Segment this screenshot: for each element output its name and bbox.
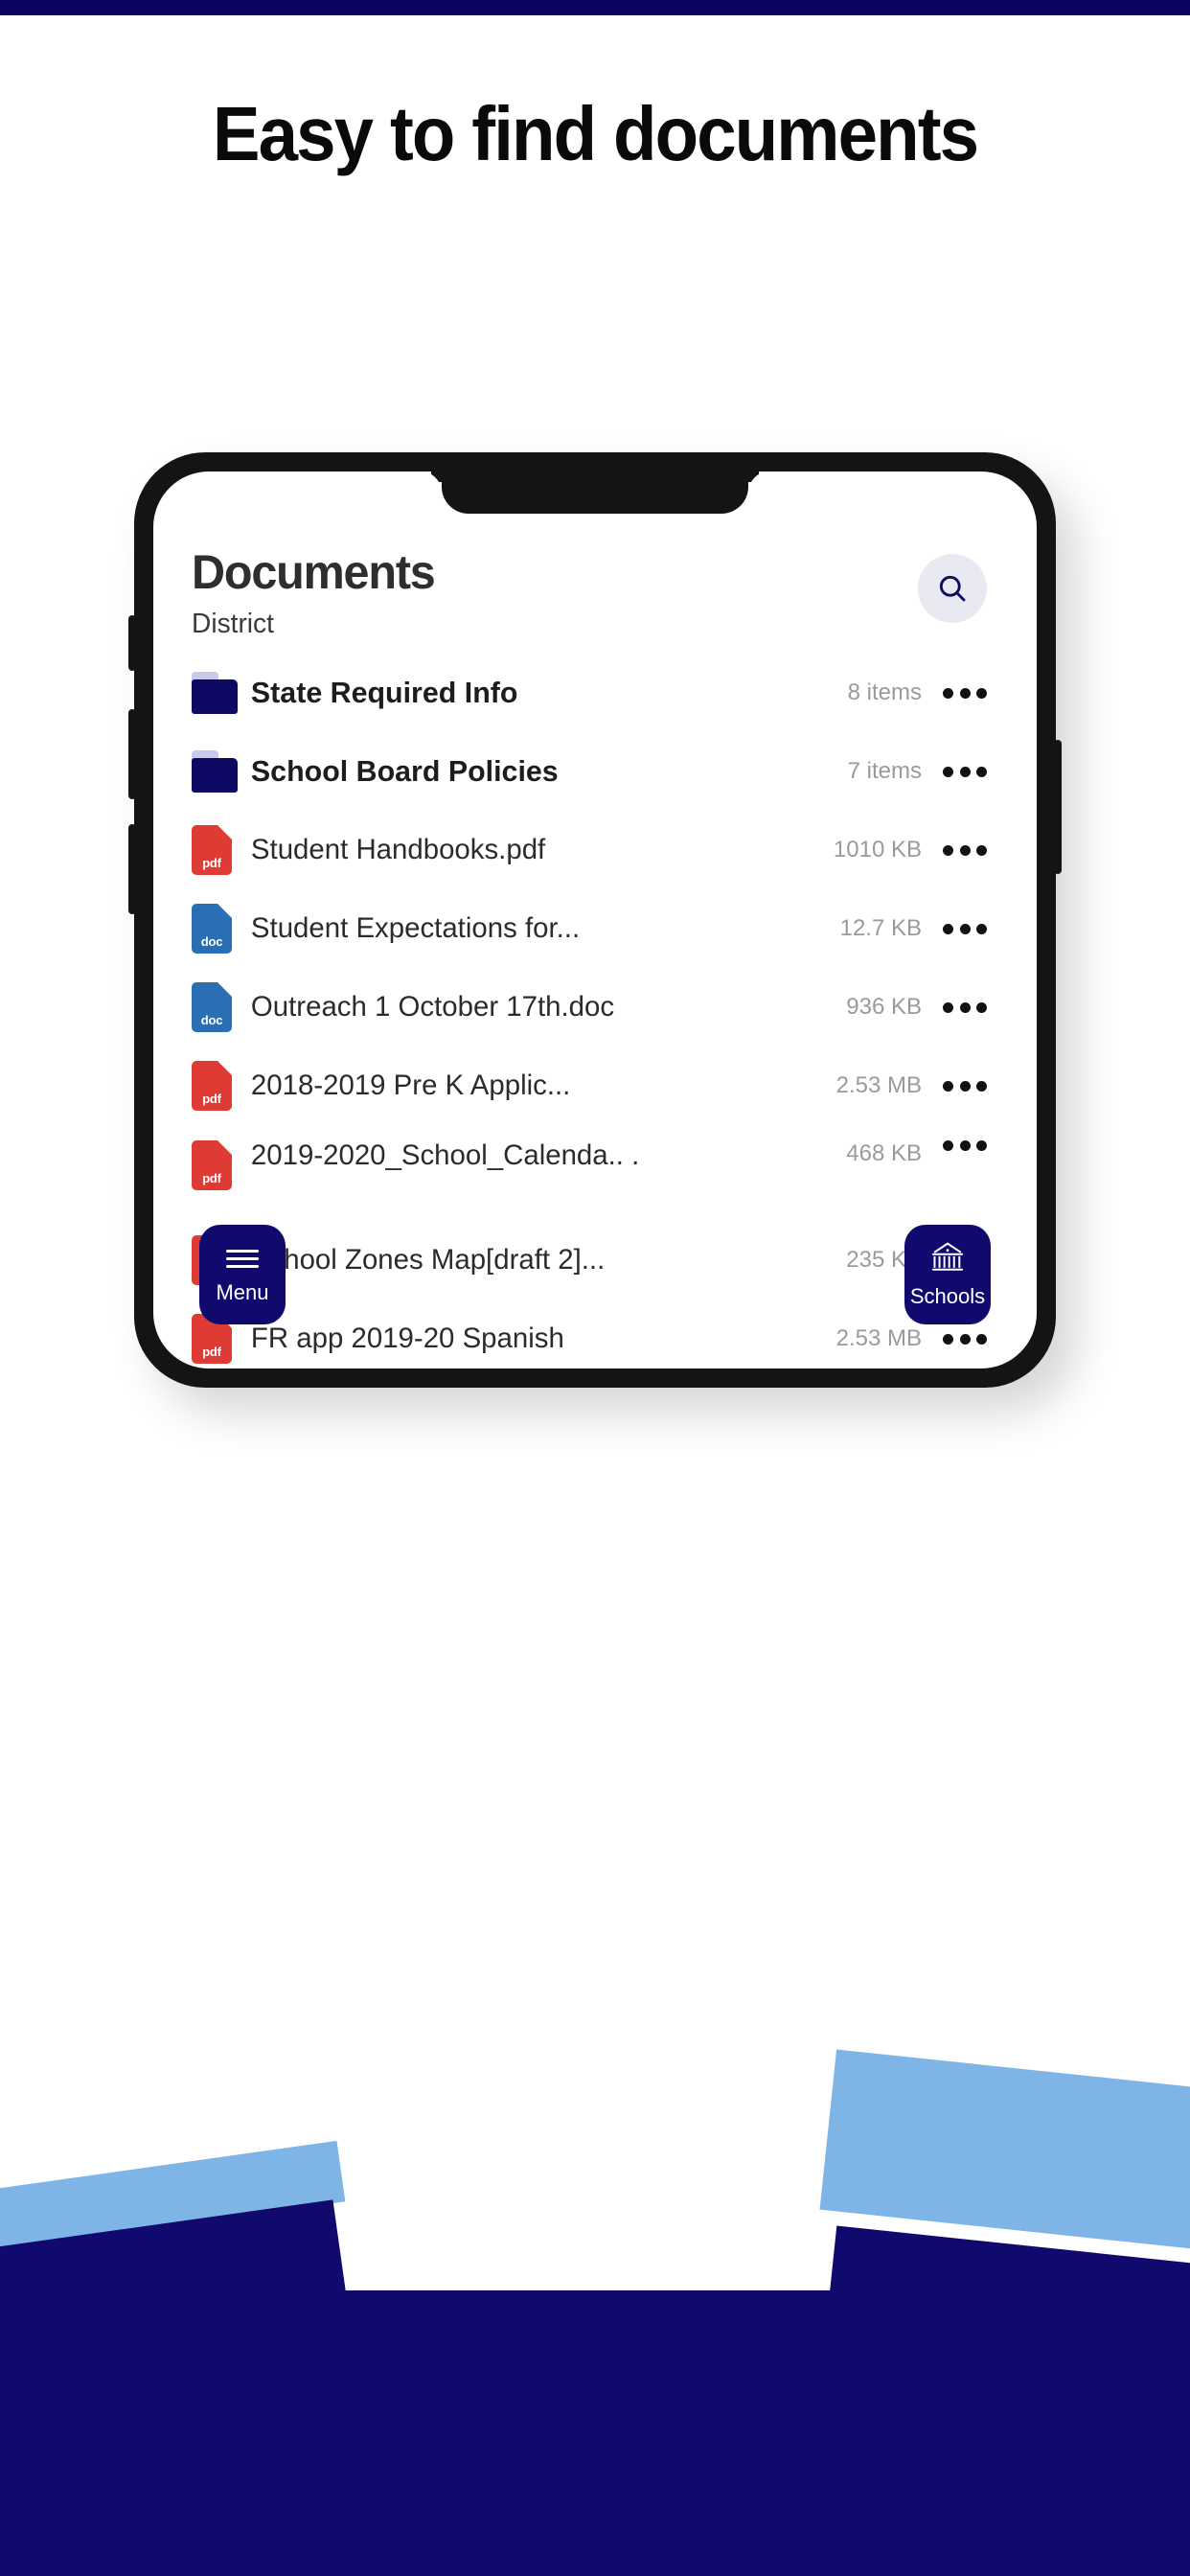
list-item-name: FR app 2019-20 Spanish xyxy=(250,1322,564,1354)
page-headline: Easy to find documents xyxy=(212,91,979,176)
list-item-meta: 936 KB xyxy=(846,994,922,1020)
more-options-icon[interactable] xyxy=(943,766,987,777)
doc-file-icon: doc xyxy=(192,982,247,1032)
phone-screen: Documents District State Required Info 8 … xyxy=(153,472,1037,1368)
list-item-meta: 12.7 KB xyxy=(839,915,922,941)
list-item[interactable]: pdf 2019-2020_School_Calenda.. . 468 KB xyxy=(153,1125,1037,1221)
list-item-meta: 8 items xyxy=(847,679,922,705)
list-item-name: 2019-2020_School_Calenda.. . xyxy=(250,1139,640,1171)
phone-volume-down-button xyxy=(128,824,136,914)
folder-icon xyxy=(192,750,247,793)
list-item-meta: 2.53 MB xyxy=(835,1325,922,1351)
search-icon xyxy=(939,575,966,602)
page-subtitle: District xyxy=(192,609,274,639)
more-options-icon[interactable] xyxy=(943,1333,987,1345)
doc-file-icon: doc xyxy=(192,904,247,954)
phone-mute-switch xyxy=(128,615,136,671)
phone-notch xyxy=(442,472,748,514)
hamburger-menu-icon xyxy=(226,1245,259,1273)
schools-button[interactable]: Schools xyxy=(904,1225,991,1324)
list-item[interactable]: pdf Student Handbooks.pdf 1010 KB xyxy=(153,811,1037,889)
phone-volume-up-button xyxy=(128,709,136,799)
list-item-meta: 2.53 MB xyxy=(835,1072,922,1098)
menu-button[interactable]: Menu xyxy=(199,1225,286,1324)
list-item[interactable]: doc Student Expectations for... 12.7 KB xyxy=(153,889,1037,968)
folder-icon xyxy=(192,672,247,714)
more-options-icon[interactable] xyxy=(943,1080,987,1092)
pdf-file-icon: pdf xyxy=(192,1140,247,1190)
documents-app: Documents District State Required Info 8 … xyxy=(153,472,1037,1368)
more-options-icon[interactable] xyxy=(943,844,987,856)
more-options-icon[interactable] xyxy=(943,923,987,934)
list-item-meta: 7 items xyxy=(847,758,922,784)
more-options-icon[interactable] xyxy=(943,687,987,699)
top-accent-bar xyxy=(0,0,1190,15)
list-item-name: Outreach 1 October 17th.doc xyxy=(250,991,615,1023)
phone-mockup: Documents District State Required Info 8 … xyxy=(128,452,1062,1388)
page-title: Documents xyxy=(192,545,436,599)
menu-button-label: Menu xyxy=(216,1279,269,1304)
list-item-name: Student Expectations for... xyxy=(250,912,581,944)
list-item-name: 2018-2019 Pre K Applic... xyxy=(250,1070,571,1101)
more-options-icon[interactable] xyxy=(943,1140,987,1151)
pdf-file-icon: pdf xyxy=(192,825,247,875)
list-item-meta: 1010 KB xyxy=(833,837,922,862)
bottom-navy-block xyxy=(0,2290,1190,2576)
list-item[interactable]: State Required Info 8 items xyxy=(153,654,1037,732)
pdf-file-icon: pdf xyxy=(192,1061,247,1111)
list-item-meta: 468 KB xyxy=(846,1140,922,1166)
list-item-name: State Required Info xyxy=(250,676,518,709)
search-button[interactable] xyxy=(918,554,987,623)
list-item[interactable]: pdf 2018-2019 Pre K Applic... 2.53 MB xyxy=(153,1046,1037,1125)
app-header-titles: Documents District xyxy=(192,546,442,640)
bottom-navigation: Menu Schools xyxy=(153,1225,1037,1324)
schools-button-label: Schools xyxy=(909,1284,986,1308)
school-building-icon xyxy=(931,1242,964,1271)
list-item-name: School Board Policies xyxy=(250,754,559,788)
decorative-stripe-right xyxy=(819,2049,1190,2252)
list-item[interactable]: doc Outreach 1 October 17th.doc 936 KB xyxy=(153,968,1037,1046)
phone-power-button xyxy=(1054,740,1062,874)
more-options-icon[interactable] xyxy=(943,1001,987,1013)
list-item-name: Student Handbooks.pdf xyxy=(250,834,546,865)
list-item[interactable]: School Board Policies 7 items xyxy=(153,732,1037,811)
